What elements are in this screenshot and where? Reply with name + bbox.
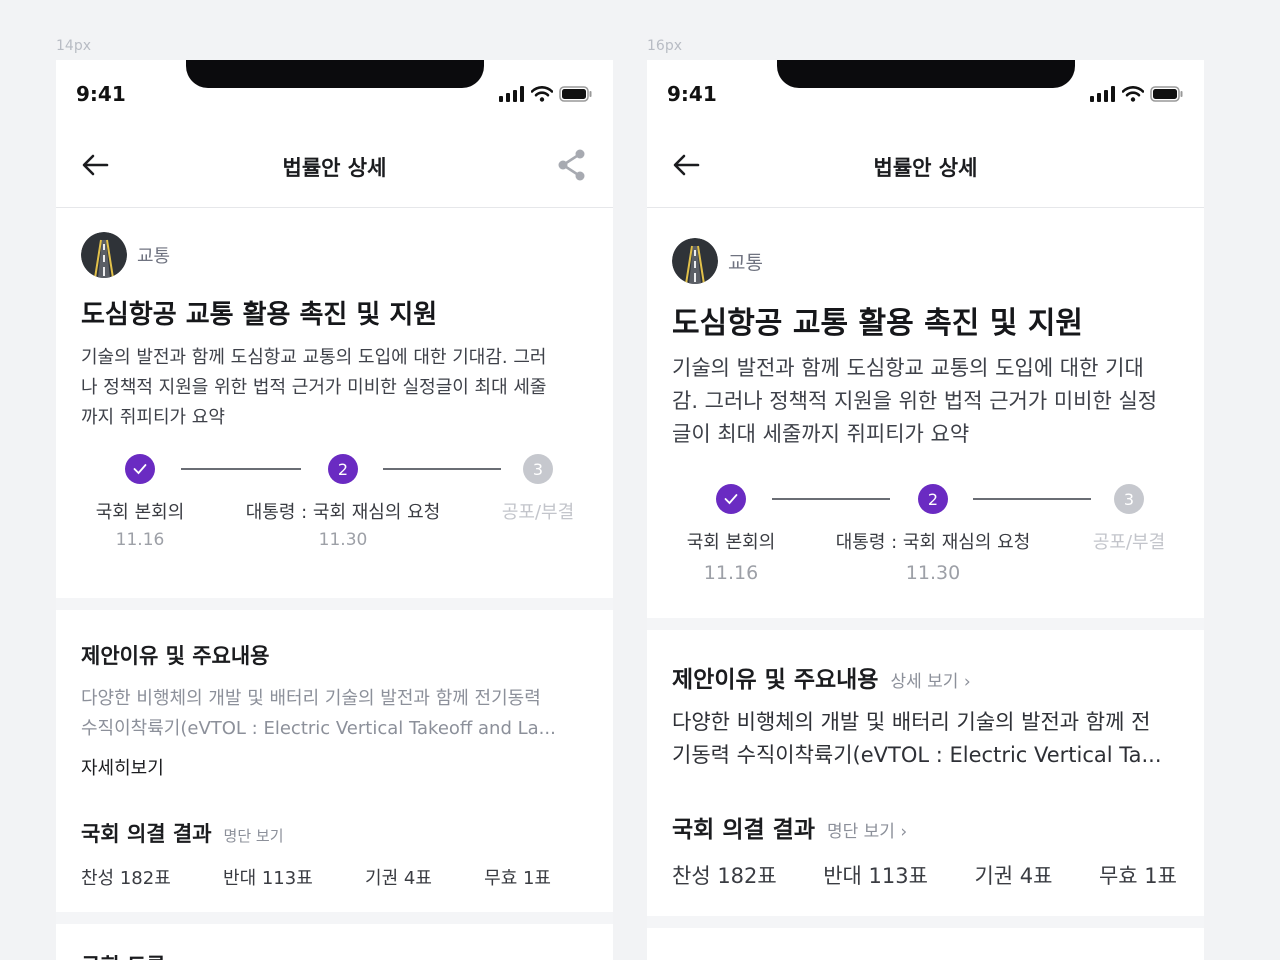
detail-link[interactable]: 상세 보기 › xyxy=(890,667,970,692)
page-title: 법률안 상세 xyxy=(282,156,387,180)
share-icon[interactable] xyxy=(557,148,587,182)
result-header: 국회 의결 결과 명단 보기 xyxy=(56,818,613,848)
battery-icon xyxy=(559,86,592,102)
bill-summary: 기술의 발전과 함께 도심항교 교통의 도입에 대한 기대 감. 그러나 정책적… xyxy=(647,352,1204,451)
signal-icon xyxy=(1090,86,1115,102)
status-icons xyxy=(1090,86,1184,102)
progress-stepper: 2 3 국회 본회의 11.16 대통령 : 국회 재심의 요청 11.30 공… xyxy=(56,454,613,574)
vote-no: 반대 113표 xyxy=(223,868,313,889)
reason-description: 다양한 비행체의 개발 및 배터리 기술의 발전과 함께 전 기동력 수직이착륙… xyxy=(647,706,1204,772)
battery-icon xyxy=(1150,86,1183,102)
reason-description: 다양한 비행체의 개발 및 배터리 기술의 발전과 함께 전기동력 수직이착륙기… xyxy=(56,684,613,744)
reason-card: 제안이유 및 주요내용 상세 보기 › 다양한 비행체의 개발 및 배터리 기술… xyxy=(647,630,1204,916)
bill-title: 도심항공 교통 활용 촉진 및 지원 xyxy=(672,306,1084,341)
category-label: 교통 xyxy=(137,246,171,267)
reason-header: 제안이유 및 주요내용 상세 보기 › xyxy=(647,660,1204,694)
step-label: 공포/부결 xyxy=(1092,532,1166,553)
road-icon xyxy=(672,238,718,284)
chevron-right-icon: › xyxy=(963,672,971,692)
step-date: 11.16 xyxy=(703,562,759,584)
category-row: 교통 xyxy=(56,232,613,278)
vote-abstain: 기권 4표 xyxy=(365,868,432,889)
signal-icon xyxy=(499,86,524,102)
description-line: 수직이착륙기(eVTOL : Electric Vertical Takeoff… xyxy=(81,718,556,739)
read-more-link[interactable]: 자세히보기 xyxy=(56,754,613,780)
status-bar: 9:41 xyxy=(56,60,613,124)
chevron-right-icon: › xyxy=(900,822,908,842)
step-done-icon xyxy=(125,454,155,484)
result-header: 국회 의결 결과 명단 보기 › xyxy=(647,810,1204,844)
step-date: 11.30 xyxy=(318,530,368,550)
bill-title: 도심항공 교통 활용 촉진 및 지원 xyxy=(81,300,438,330)
vote-yes: 찬성 182표 xyxy=(672,864,777,888)
step-label: 국회 본회의 xyxy=(686,532,776,553)
category-label: 교통 xyxy=(728,251,763,274)
vote-no: 반대 113표 xyxy=(823,864,928,888)
nav-bar: 법률안 상세 xyxy=(56,124,613,208)
category-row: 교통 xyxy=(647,238,1204,284)
step-connector xyxy=(772,498,890,500)
step-label: 공포/부결 xyxy=(501,502,575,523)
result-title: 국회 의결 결과 xyxy=(81,822,212,846)
step-done-icon xyxy=(716,484,746,514)
vote-invalid: 무효 1표 xyxy=(484,868,551,889)
step-current: 2 xyxy=(918,484,948,514)
summary-line: 기술의 발전과 함께 도심항교 교통의 도입에 대한 기대감. 그러 xyxy=(81,347,547,368)
step-upcoming: 3 xyxy=(523,454,553,484)
vote-abstain: 기권 4표 xyxy=(974,864,1053,888)
step-label: 대통령 : 국회 재심의 요청 xyxy=(245,502,441,523)
reason-title: 제안이유 및 주요내용 xyxy=(672,667,879,693)
phone-frame-14px: 9:41 법률안 상세 교통 도심항공 교통 활용 촉진 및 지원 기술의 발전… xyxy=(56,60,613,960)
description-line: 다양한 비행체의 개발 및 배터리 기술의 발전과 함께 전 xyxy=(672,710,1151,734)
reason-card: 제안이유 및 주요내용 다양한 비행체의 개발 및 배터리 기술의 발전과 함께… xyxy=(56,610,613,912)
vote-yes: 찬성 182표 xyxy=(81,868,171,889)
reason-header: 제안이유 및 주요내용 xyxy=(56,640,613,670)
bill-card: 교통 도심항공 교통 활용 촉진 및 지원 기술의 발전과 함께 도심항교 교통… xyxy=(647,208,1204,618)
vote-results: 찬성 182표 반대 113표 기권 4표 무효 1표 xyxy=(647,860,1204,890)
summary-line: 까지 쥐피티가 요약 xyxy=(81,407,225,428)
step-upcoming: 3 xyxy=(1114,484,1144,514)
step-connector xyxy=(181,468,301,470)
step-connector xyxy=(973,498,1091,500)
phone-frame-16px: 9:41 법률안 상세 교통 도심항공 교통 활용 촉진 및 지원 기술의 발전… xyxy=(647,60,1204,960)
description-line: 다양한 비행체의 개발 및 배터리 기술의 발전과 함께 전기동력 xyxy=(81,688,541,709)
vote-invalid: 무효 1표 xyxy=(1098,864,1177,888)
bill-summary: 기술의 발전과 함께 도심항교 교통의 도입에 대한 기대감. 그러 나 정책적… xyxy=(56,343,613,433)
page-title: 법률안 상세 xyxy=(873,156,978,180)
notch xyxy=(777,60,1075,88)
step-current: 2 xyxy=(328,454,358,484)
status-time: 9:41 xyxy=(76,82,126,106)
step-date: 11.30 xyxy=(905,562,961,584)
next-section-title: 국회 토론 xyxy=(81,950,166,960)
progress-stepper: 2 3 국회 본회의 11.16 대통령 : 국회 재심의 요청 11.30 공… xyxy=(647,484,1204,604)
roster-link[interactable]: 명단 보기 xyxy=(224,825,284,846)
next-section-card xyxy=(647,928,1204,960)
status-icons xyxy=(499,86,593,102)
step-date: 11.16 xyxy=(115,530,165,550)
wifi-icon xyxy=(1122,86,1144,102)
bill-card: 교통 도심항공 교통 활용 촉진 및 지원 기술의 발전과 함께 도심항교 교통… xyxy=(56,208,613,598)
next-section-card: 국회 토론 xyxy=(56,924,613,960)
nav-bar: 법률안 상세 xyxy=(647,124,1204,208)
description-line: 기동력 수직이착륙기(eVTOL : Electric Vertical Ta.… xyxy=(672,743,1162,767)
step-label: 대통령 : 국회 재심의 요청 xyxy=(835,532,1031,553)
result-title: 국회 의결 결과 xyxy=(672,817,815,843)
next-section-header: 국회 토론 xyxy=(56,950,613,960)
reason-title: 제안이유 및 주요내용 xyxy=(81,644,270,668)
status-bar: 9:41 xyxy=(647,60,1204,124)
frame-size-label: 14px xyxy=(56,38,91,54)
summary-line: 감. 그러나 정책적 지원을 위한 법적 근거가 미비한 실정 xyxy=(672,389,1158,413)
status-time: 9:41 xyxy=(667,82,717,106)
summary-line: 나 정책적 지원을 위한 법적 근거가 미비한 실정글이 최대 세줄 xyxy=(81,377,547,398)
notch xyxy=(186,60,484,88)
frame-size-label: 16px xyxy=(647,38,682,54)
wifi-icon xyxy=(531,86,553,102)
vote-results: 찬성 182표 반대 113표 기권 4표 무효 1표 xyxy=(56,864,613,890)
step-label: 국회 본회의 xyxy=(95,502,185,523)
step-connector xyxy=(383,468,501,470)
road-icon xyxy=(81,232,127,278)
summary-line: 글이 최대 세줄까지 쥐피티가 요약 xyxy=(672,422,970,446)
summary-line: 기술의 발전과 함께 도심항교 교통의 도입에 대한 기대 xyxy=(672,356,1144,380)
roster-link[interactable]: 명단 보기 › xyxy=(827,817,907,842)
